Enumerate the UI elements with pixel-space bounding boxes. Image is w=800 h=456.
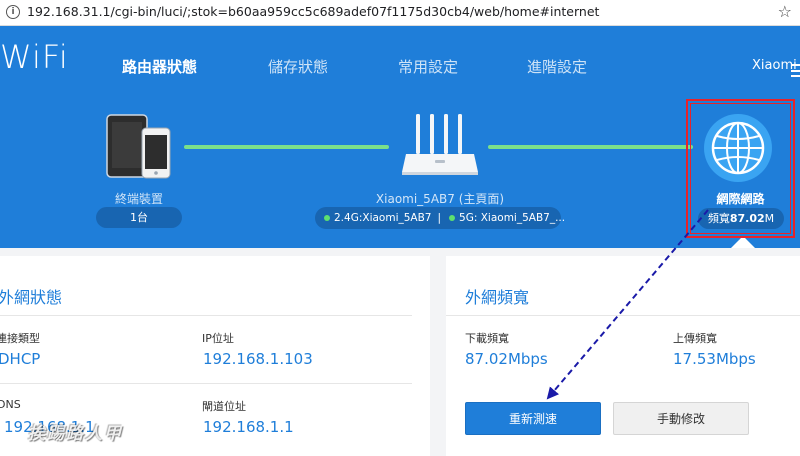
connection-type-label: 連接類型 (0, 332, 40, 345)
tab-common-settings[interactable]: 常用設定 (398, 56, 458, 77)
bandwidth-unit: M (764, 212, 775, 225)
url-host: 192.168.31.1 (27, 4, 111, 19)
ip-label: IP位址 (202, 332, 234, 345)
wan-bandwidth-divider (446, 315, 800, 316)
device-router-link (184, 145, 389, 149)
bandwidth-badge[interactable]: 頻寬87.02M (698, 208, 784, 229)
upload-label: 上傳頻寬 (673, 332, 717, 345)
wifi-24-ssid: 2.4G:Xiaomi_5AB7 (334, 212, 432, 224)
wifi-logo: WiFi (0, 38, 69, 76)
wifi-5-status-dot (449, 214, 456, 221)
ip-value: 192.168.1.103 (203, 350, 313, 368)
router-label: Xiaomi_5AB7 (主頁面) (375, 192, 505, 206)
router-internet-link (488, 145, 693, 149)
tab-advanced-settings[interactable]: 進階設定 (527, 56, 587, 77)
wan-status-divider (0, 315, 412, 316)
dns-label: DNS (0, 398, 21, 411)
connection-type-value: DHCP (0, 350, 41, 368)
bandwidth-value: 87.02 (729, 212, 765, 225)
gateway-label: 閘道位址 (202, 400, 246, 413)
browser-address-bar[interactable]: i 192.168.31.1/cgi-bin/luci/;stok=b60aa9… (0, 0, 800, 26)
wifi-5-ssid: 5G: Xiaomi_5AB7_... (459, 212, 566, 224)
router-icon[interactable] (400, 114, 480, 176)
star-outline-icon[interactable]: ☆ (778, 2, 792, 21)
manual-edit-button[interactable]: 手動修改 (613, 402, 749, 435)
wifi-separator: | (437, 212, 442, 224)
wan-status-row-divider (0, 383, 412, 384)
wan-bandwidth-title: 外網頻寬 (465, 288, 530, 307)
internet-label: 網際網路 (716, 192, 765, 206)
gateway-value: 192.168.1.1 (203, 418, 294, 436)
tab-storage-status[interactable]: 儲存狀態 (268, 56, 328, 77)
tab-router-status[interactable]: 路由器狀態 (122, 56, 197, 77)
retest-speed-button[interactable]: 重新測速 (465, 402, 601, 435)
watermark: 挨踢路人甲 (28, 424, 123, 444)
upload-value: 17.53Mbps (673, 350, 756, 368)
devices-label: 終端裝置 (114, 192, 163, 206)
menu-icon[interactable] (791, 64, 800, 77)
download-value: 87.02Mbps (465, 350, 548, 368)
info-circle-icon[interactable]: i (6, 5, 20, 19)
url-path: /cgi-bin/luci/;stok=b60aa959cc5c689adef0… (110, 4, 600, 19)
wifi-networks-badge[interactable]: 2.4G:Xiaomi_5AB7 | 5G: Xiaomi_5AB7_... (315, 207, 565, 229)
url-text[interactable]: 192.168.31.1/cgi-bin/luci/;stok=b60aa959… (27, 4, 599, 19)
devices-count-badge[interactable]: 1台 (96, 207, 182, 228)
bandwidth-prefix: 頻寬 (707, 212, 730, 225)
wan-status-title: 外網狀態 (0, 288, 63, 307)
router-header: WiFi 路由器狀態 儲存狀態 常用設定 進階設定 Xiaomi_5 終端裝置 … (0, 26, 800, 248)
download-label: 下載頻寬 (465, 332, 509, 345)
tablet-phone-icon[interactable] (106, 114, 172, 180)
wifi-24-status-dot (324, 214, 330, 221)
